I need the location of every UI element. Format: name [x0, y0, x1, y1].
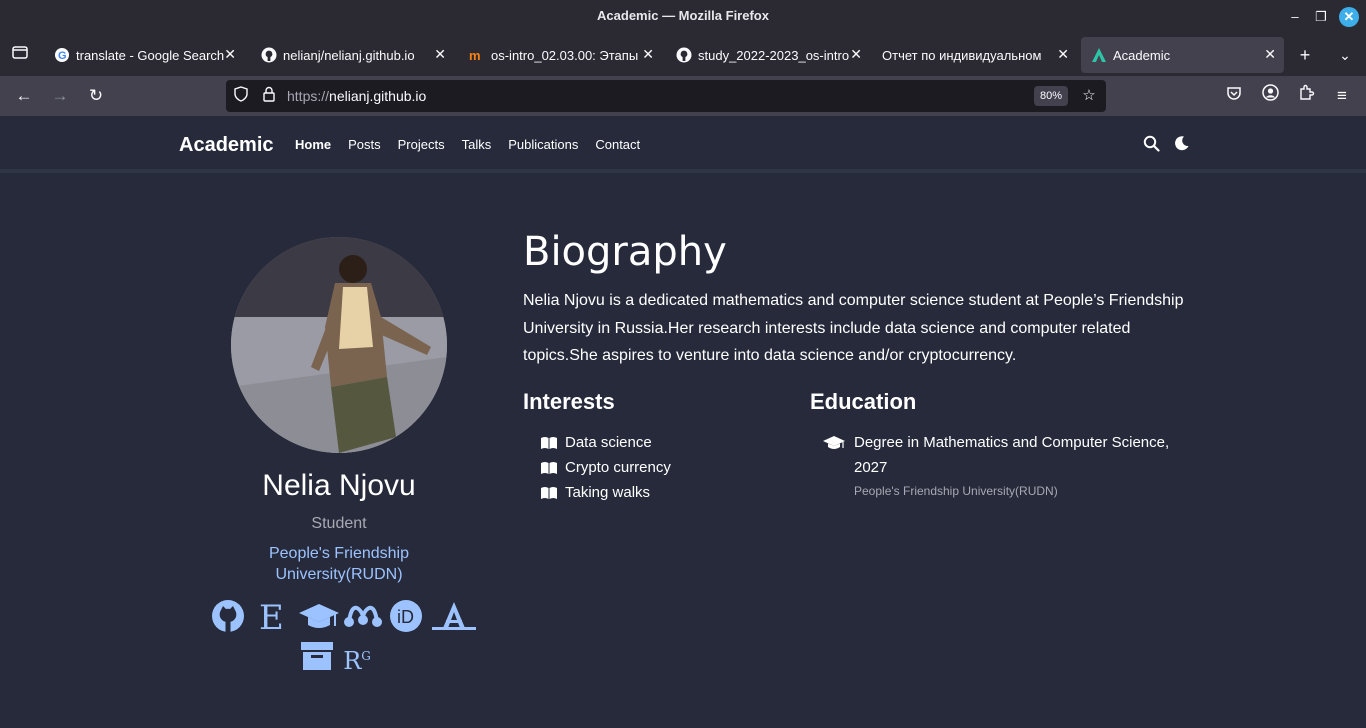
- menu-item-publications[interactable]: Publications: [508, 137, 578, 152]
- close-tab-icon[interactable]: ✕: [1264, 46, 1276, 63]
- social-links: E iD RG: [190, 598, 488, 678]
- tab-github-repo[interactable]: nelianj/nelianj.github.io ✕: [251, 37, 454, 73]
- svg-text:E: E: [259, 598, 284, 634]
- menu-item-posts[interactable]: Posts: [348, 137, 381, 152]
- github-icon: [676, 47, 692, 63]
- biography-text: Nelia Njovu is a dedicated mathematics a…: [523, 292, 1184, 364]
- education-institution: People's Friendship University(RUDN): [854, 484, 1058, 498]
- close-tab-icon[interactable]: ✕: [642, 46, 654, 63]
- back-icon[interactable]: ←: [12, 84, 36, 108]
- education-item: Degree in Mathematics and Computer Scien…: [823, 430, 1183, 498]
- new-tab-icon[interactable]: +: [1293, 43, 1317, 67]
- close-tab-icon[interactable]: ✕: [434, 46, 446, 63]
- close-window-icon[interactable]: ✕: [1339, 7, 1359, 27]
- tab-label: Academic: [1113, 47, 1171, 63]
- book-icon: [540, 486, 558, 500]
- zoom-level[interactable]: 80%: [1034, 86, 1068, 106]
- url-text[interactable]: https://nelianj.github.io: [287, 88, 426, 104]
- e-icon[interactable]: E: [254, 598, 290, 638]
- interest-label: Crypto currency: [565, 459, 671, 476]
- reload-icon[interactable]: ↻: [84, 84, 108, 108]
- firefox-view-icon[interactable]: [8, 43, 32, 67]
- github-icon: [261, 47, 277, 63]
- search-icon[interactable]: [1143, 135, 1161, 153]
- menu-icon[interactable]: ≡: [1330, 84, 1354, 108]
- moodle-icon: m: [469, 47, 485, 63]
- interest-label: Data science: [565, 434, 652, 451]
- tab-label: os-intro_02.03.00: Этапы: [491, 47, 639, 63]
- menu-item-home[interactable]: Home: [295, 137, 331, 152]
- profile-role: Student: [311, 515, 367, 532]
- close-tab-icon[interactable]: ✕: [850, 46, 862, 63]
- avatar: [231, 237, 447, 453]
- book-icon: [540, 436, 558, 450]
- forward-icon[interactable]: →: [48, 84, 72, 108]
- tab-os-intro[interactable]: m os-intro_02.03.00: Этапы ✕: [459, 37, 662, 73]
- list-item: Crypto currency: [540, 455, 671, 480]
- site-header: Academic Home Posts Projects Talks Publi…: [0, 116, 1366, 173]
- tab-report[interactable]: Отчет по индивидуальном ✕: [872, 37, 1077, 73]
- researchgate-letter-r: R: [343, 647, 362, 675]
- close-tab-icon[interactable]: ✕: [224, 46, 236, 63]
- url-protocol: https://: [287, 88, 330, 104]
- education-heading: Education: [810, 389, 917, 414]
- minimize-icon[interactable]: –: [1285, 7, 1305, 27]
- profile-organization[interactable]: People's Friendship University(RUDN): [240, 543, 438, 585]
- bookmark-star-icon[interactable]: ☆: [1079, 86, 1099, 106]
- url-bar[interactable]: https://nelianj.github.io 80% ☆: [226, 80, 1106, 112]
- interests-heading: Interests: [523, 389, 615, 414]
- list-item: Data science: [540, 430, 671, 455]
- window-title: Academic — Mozilla Firefox: [597, 8, 769, 23]
- archive-icon[interactable]: [299, 638, 335, 674]
- tab-label: translate - Google Search: [76, 47, 225, 63]
- menu-item-projects[interactable]: Projects: [398, 137, 445, 152]
- tab-academic[interactable]: Academic ✕: [1081, 37, 1284, 73]
- svg-text:iD: iD: [397, 607, 414, 627]
- menu-item-talks[interactable]: Talks: [462, 137, 492, 152]
- lock-icon[interactable]: [259, 86, 279, 106]
- tab-label: nelianj/nelianj.github.io: [283, 47, 415, 63]
- tab-study-github[interactable]: study_2022-2023_os-intro ✕: [666, 37, 870, 73]
- site-menu: Home Posts Projects Talks Publications C…: [295, 137, 657, 152]
- orcid-icon[interactable]: iD: [388, 598, 424, 634]
- svg-text:G: G: [58, 50, 67, 62]
- tab-label: study_2022-2023_os-intro: [698, 47, 850, 63]
- book-icon: [540, 461, 558, 475]
- graduation-cap-icon[interactable]: [298, 598, 339, 634]
- biography-heading: Biography: [523, 229, 727, 275]
- google-icon: G: [54, 47, 70, 63]
- academic-icon: [1091, 47, 1107, 63]
- list-tabs-icon[interactable]: ⌄: [1333, 43, 1357, 67]
- researchgate-icon[interactable]: RG: [343, 638, 379, 675]
- academia-icon[interactable]: [432, 598, 477, 634]
- close-tab-icon[interactable]: ✕: [1057, 46, 1069, 63]
- moon-icon[interactable]: [1174, 135, 1192, 153]
- graduation-cap-icon: [823, 434, 845, 452]
- extensions-icon[interactable]: [1294, 84, 1318, 108]
- tab-label: Отчет по индивидуальном: [882, 47, 1042, 63]
- interests-list: Data science Crypto currency Taking walk…: [540, 430, 671, 505]
- svg-text:m: m: [469, 48, 481, 63]
- list-item: Taking walks: [540, 480, 671, 505]
- education-degree: Degree in Mathematics and Computer Scien…: [854, 434, 1170, 476]
- window-titlebar: Academic — Mozilla Firefox – ❐ ✕: [0, 0, 1366, 34]
- mendeley-icon[interactable]: [343, 598, 383, 634]
- navigation-toolbar: ← → ↻ https://nelianj.github.io 80% ☆ ≡: [0, 76, 1366, 116]
- tab-strip: G translate - Google Search ✕ nelianj/ne…: [0, 34, 1366, 76]
- account-icon[interactable]: [1258, 84, 1282, 108]
- interest-label: Taking walks: [565, 484, 651, 501]
- tab-google[interactable]: G translate - Google Search ✕: [44, 37, 244, 73]
- researchgate-letter-g: G: [361, 649, 371, 663]
- site-brand[interactable]: Academic: [179, 134, 274, 157]
- pocket-icon[interactable]: [1222, 84, 1246, 108]
- github-icon[interactable]: [210, 598, 246, 634]
- shield-icon[interactable]: [231, 86, 251, 106]
- url-host: nelianj.github.io: [329, 88, 427, 104]
- menu-item-contact[interactable]: Contact: [595, 137, 640, 152]
- maximize-icon[interactable]: ❐: [1311, 7, 1331, 27]
- profile-name: Nelia Njovu: [262, 469, 416, 502]
